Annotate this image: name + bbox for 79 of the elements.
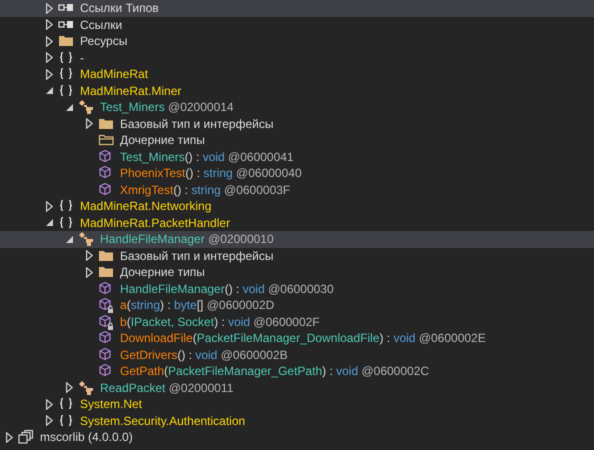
tree-row[interactable]: Test_Miners @02000014 xyxy=(0,99,594,116)
expanded-arrow-icon[interactable] xyxy=(66,236,73,243)
tree-row[interactable]: Ссылки xyxy=(0,16,594,33)
tree-row[interactable]: XmrigTest() : string @0600003F xyxy=(0,182,594,198)
tree-item-label: Дочерние типы xyxy=(120,264,205,280)
tree-row[interactable]: System.Net xyxy=(0,396,594,412)
tree-row[interactable]: Базовый тип и интерфейсы xyxy=(0,248,594,264)
collapsed-arrow-icon[interactable] xyxy=(46,19,53,30)
collapsed-arrow-icon[interactable] xyxy=(66,382,73,394)
tree-row[interactable]: HandleFileManager @02000010 xyxy=(0,231,594,248)
tree-row[interactable]: MadMineRat.PacketHandler xyxy=(0,214,594,231)
braces-icon xyxy=(58,214,74,231)
tree-row[interactable]: PhoenixTest() : string @06000040 xyxy=(0,165,594,182)
braces-icon xyxy=(58,82,74,99)
tree-item-label: Test_Miners() : void @06000041 xyxy=(120,148,294,165)
tree-row[interactable]: GetDrivers() : void @0600002B xyxy=(0,346,594,363)
collapsed-arrow-icon[interactable] xyxy=(46,398,53,410)
tree-row[interactable]: Дочерние типы xyxy=(0,264,594,280)
tree-item-label: a(string) : byte[] @0600002D xyxy=(120,297,274,314)
collapsed-arrow-icon[interactable] xyxy=(6,432,13,443)
tree-row[interactable]: Ссылки Типов xyxy=(0,0,594,16)
tree-item-label: System.Net xyxy=(80,396,142,412)
tree-row[interactable]: MadMineRat.Networking xyxy=(0,198,594,214)
tree-item-label: Ссылки Типов xyxy=(80,0,159,16)
expanded-arrow-icon[interactable] xyxy=(46,219,53,226)
expanded-arrow-icon[interactable] xyxy=(46,87,53,94)
tree-item-label: HandleFileManager @02000010 xyxy=(100,231,274,248)
tree-item-label: MadMineRat.Networking xyxy=(80,198,212,214)
tree-row[interactable]: DownloadFile(PacketFileManager_DownloadFile) : void @0600002E xyxy=(0,330,594,346)
tree-row[interactable]: Базовый тип и интерфейсы xyxy=(0,116,594,132)
tree-row[interactable]: GetPath(PacketFileManager_GetPath) : void @0600002C xyxy=(0,363,594,380)
tree-item-label: PhoenixTest() : string @06000040 xyxy=(120,165,302,182)
assembly-icon xyxy=(18,429,34,446)
tree-row[interactable]: Дочерние типы xyxy=(0,132,594,148)
tree-item-label: Дочерние типы xyxy=(120,132,205,148)
collapsed-arrow-icon[interactable] xyxy=(46,2,53,14)
tree-item-label: MadMineRat xyxy=(80,66,148,82)
class-icon xyxy=(78,231,94,248)
collapsed-arrow-icon[interactable] xyxy=(86,118,93,130)
tree-item-label: MadMineRat.PacketHandler xyxy=(80,214,230,231)
tree-item-label: System.Security.Authentication xyxy=(80,412,246,429)
collapsed-arrow-icon[interactable] xyxy=(86,250,93,262)
collapsed-arrow-icon[interactable] xyxy=(46,36,53,47)
tree-row[interactable]: MadMineRat xyxy=(0,66,594,82)
tree-item-label: GetPath(PacketFileManager_GetPath) : void @0600002C xyxy=(120,363,430,380)
tree-item-label: GetDrivers() : void @0600002B xyxy=(120,346,288,363)
tree-row[interactable]: ReadPacket @02000011 xyxy=(0,380,594,396)
collapsed-arrow-icon[interactable] xyxy=(46,415,53,426)
tree-item-label: b(IPacket, Socket) : void @0600002F xyxy=(120,314,320,330)
expanded-arrow-icon[interactable] xyxy=(66,104,73,111)
tree-item-label: Базовый тип и интерфейсы xyxy=(120,116,274,132)
tree-item-label: Ресурсы xyxy=(80,33,128,50)
tree-item-label: MadMineRat.Miner xyxy=(80,82,182,99)
tree-row[interactable]: a(string) : byte[] @0600002D xyxy=(0,297,594,314)
tree-item-label: Ссылки xyxy=(80,16,122,33)
collapsed-arrow-icon[interactable] xyxy=(46,68,53,80)
tree-row[interactable]: HandleFileManager() : void @06000030 xyxy=(0,280,594,297)
tree-item-label: DownloadFile(PacketFileManager_DownloadFile) : void @0600002E xyxy=(120,330,486,346)
collapsed-arrow-icon[interactable] xyxy=(46,52,53,64)
tree-row[interactable]: - xyxy=(0,50,594,66)
collapsed-arrow-icon[interactable] xyxy=(86,266,93,278)
class-icon xyxy=(78,380,94,396)
tree-row[interactable]: mscorlib (4.0.0.0) xyxy=(0,429,594,446)
braces-icon xyxy=(58,50,74,66)
class-icon xyxy=(78,99,94,116)
tree-row[interactable]: Ресурсы xyxy=(0,33,594,50)
collapsed-arrow-icon[interactable] xyxy=(46,200,53,212)
tree-row[interactable]: Test_Miners() : void @06000041 xyxy=(0,148,594,165)
tree-item-label: ReadPacket @02000011 xyxy=(100,380,234,396)
tree-row[interactable]: MadMineRat.Miner xyxy=(0,82,594,99)
tree-item-label: - xyxy=(80,50,84,66)
braces-icon xyxy=(58,412,74,429)
tree-row[interactable]: b(IPacket, Socket) : void @0600002F xyxy=(0,314,594,330)
tree-item-label: XmrigTest() : string @0600003F xyxy=(120,182,290,198)
tree-item-label: Test_Miners @02000014 xyxy=(100,99,234,116)
tree-item-label: Базовый тип и интерфейсы xyxy=(120,248,274,264)
tree-item-label: HandleFileManager() : void @06000030 xyxy=(120,280,334,297)
tree-row[interactable]: System.Security.Authentication xyxy=(0,412,594,429)
tree-item-label: mscorlib (4.0.0.0) xyxy=(40,429,133,446)
